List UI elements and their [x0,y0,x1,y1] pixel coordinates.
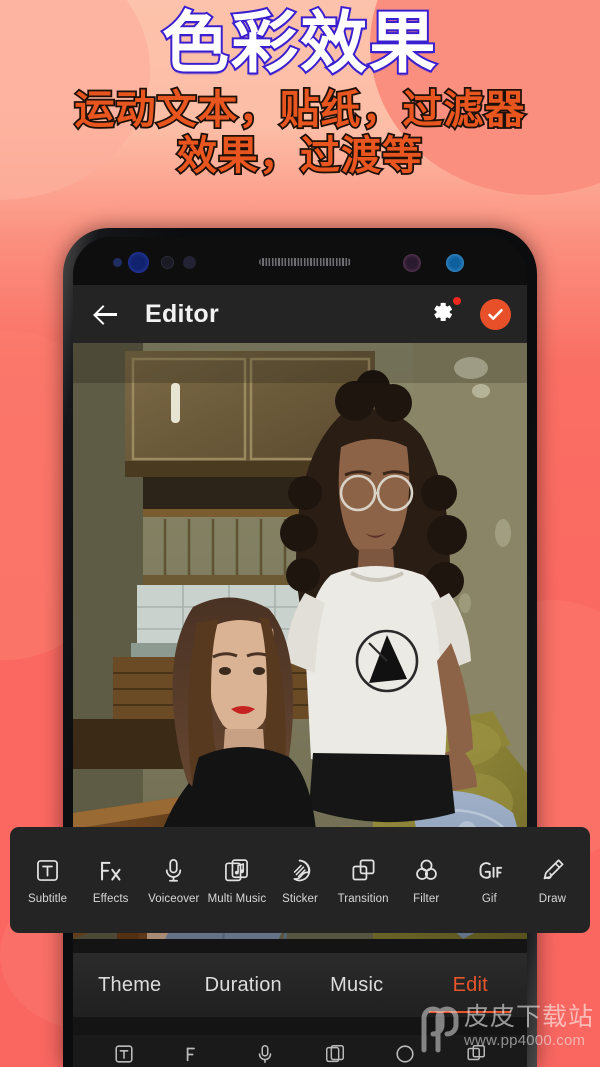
multi-music-icon [222,856,252,886]
phone-screen: Editor Theme Duration Music Edit [73,237,527,1067]
effects-fx-icon [96,856,126,886]
promo-headline: 色彩效果 运动文本，贴纸，过滤器 效果，过渡等 [0,0,600,180]
tool-label: Voiceover [148,892,200,905]
sensor-dot-icon [183,256,196,269]
tool-label: Filter [413,892,440,905]
subtitle-icon [115,1045,133,1063]
tool-filter[interactable]: Filter [395,856,458,905]
watermark-text: 皮皮下载站 www.pp4000.com [464,1004,594,1053]
gif-icon [474,856,504,886]
page-title: Editor [145,299,220,328]
tool-label: Gif [481,892,497,905]
tool-label: Subtitle [27,892,68,905]
front-camera-icon [128,252,149,273]
check-icon [488,308,503,320]
watermark-url: www.pp4000.com [463,1032,586,1049]
tool-label: Multi Music [207,892,267,905]
phone-sensor-row [73,237,527,285]
sensor-dot-icon [113,258,122,267]
transition-icon [348,856,378,886]
tab-music[interactable]: Music [300,953,414,1017]
tool-label: Draw [538,892,567,905]
microphone-icon [258,1044,272,1064]
watermark: 皮皮下载站 www.pp4000.com [416,1004,594,1054]
subtitle-icon [33,856,63,886]
tool-multi-music[interactable]: Multi Music [205,856,268,905]
pp-logo-icon [421,1006,459,1053]
sticker-icon [285,856,315,886]
front-camera-icon [446,254,464,272]
tool-subtitle[interactable]: Subtitle [16,856,79,905]
tab-label: Edit [452,973,488,996]
tab-label: Theme [98,973,162,996]
multi-music-icon [326,1045,345,1063]
promo-subtitle: 运动文本，贴纸，过滤器 效果，过渡等 [0,86,600,181]
draw-brush-icon [537,856,567,886]
tab-label: Music [330,973,384,996]
sensor-dot-icon [161,256,174,269]
microphone-icon [159,856,189,886]
promo-subtitle-line: 效果，过渡等 [175,133,424,181]
effects-fx-icon [187,1047,196,1062]
tab-label: Duration [204,973,282,996]
promo-title: 色彩效果 [160,6,438,81]
tool-gif[interactable]: Gif [458,856,521,905]
notification-badge-icon [453,297,461,305]
tab-duration[interactable]: Duration [187,953,301,1017]
tool-label: Effects [92,892,129,905]
earpiece-speaker-icon [259,258,351,266]
phone-mockup: Editor Theme Duration Music Edit [63,228,537,1067]
tool-effects[interactable]: Effects [79,856,142,905]
gear-icon [434,302,453,321]
tool-subtitle-secondary[interactable] [89,1043,159,1065]
tool-voiceover-secondary[interactable] [230,1043,300,1065]
watermark-site-name: 皮皮下载站 [463,1002,594,1031]
promo-subtitle-line: 运动文本，贴纸，过滤器 [73,86,527,134]
editor-toolbar: Subtitle Effects Voiceover Multi Music S… [10,827,590,933]
tool-effects-secondary[interactable] [159,1043,229,1065]
settings-button[interactable] [428,297,461,330]
tool-multi-music-secondary[interactable] [300,1043,370,1065]
tool-voiceover[interactable]: Voiceover [142,856,205,905]
sticker-icon [396,1045,415,1063]
tool-label: Transition [337,892,389,905]
arrow-left-icon[interactable] [89,297,123,331]
tab-theme[interactable]: Theme [73,953,187,1017]
tool-transition[interactable]: Transition [332,856,395,905]
tool-sticker[interactable]: Sticker [268,856,331,905]
iris-scanner-icon [403,254,421,272]
tool-label: Sticker [282,892,318,905]
app-bar: Editor [73,285,527,343]
tool-draw[interactable]: Draw [521,856,584,905]
confirm-button[interactable] [480,298,511,330]
filter-circles-icon [411,856,441,886]
